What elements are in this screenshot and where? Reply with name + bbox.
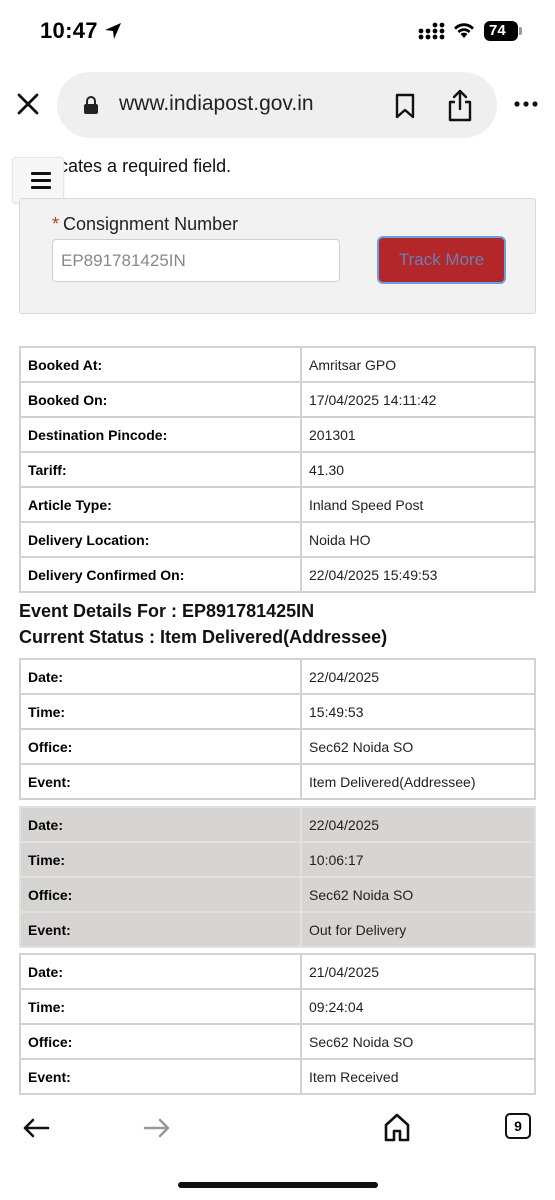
bookmark-icon[interactable] <box>394 93 416 119</box>
table-row: Event: Item Received <box>19 1058 536 1095</box>
cellular-signal-icon <box>418 22 445 40</box>
event-date: 21/04/2025 <box>300 953 536 990</box>
event-time: 10:06:17 <box>300 841 536 878</box>
table-row: Event: Out for Delivery <box>19 911 536 948</box>
current-status: Current Status : Item Delivered(Addresse… <box>19 627 388 647</box>
battery-indicator: 74 <box>484 21 518 41</box>
menu-icon[interactable] <box>12 157 64 203</box>
row-label: Office: <box>19 1023 302 1060</box>
required-star: * <box>52 214 60 234</box>
more-options-icon[interactable] <box>513 100 539 108</box>
row-label: Booked On: <box>19 381 302 418</box>
row-label: Time: <box>19 988 302 1025</box>
status-time: 10:47 <box>40 18 98 43</box>
event-date: 22/04/2025 <box>300 806 536 843</box>
event-description: Item Delivered(Addressee) <box>300 763 536 800</box>
consignment-number-input[interactable]: EP891781425IN <box>52 239 340 282</box>
event-date: 22/04/2025 <box>300 658 536 695</box>
track-more-button[interactable]: Track More <box>377 236 506 284</box>
table-row: Booked At: Amritsar GPO <box>19 346 536 383</box>
row-value: Amritsar GPO <box>300 346 536 383</box>
row-label: Delivery Location: <box>19 521 302 558</box>
row-value: 17/04/2025 14:11:42 <box>300 381 536 418</box>
event-time: 09:24:04 <box>300 988 536 1025</box>
row-label: Event: <box>19 911 302 948</box>
url-text[interactable]: www.indiapost.gov.in <box>119 92 314 116</box>
row-label: Booked At: <box>19 346 302 383</box>
event-table: Date: 22/04/2025 Time: 10:06:17 Office: Sec… <box>19 806 536 948</box>
event-time: 15:49:53 <box>300 693 536 730</box>
row-label: Delivery Confirmed On: <box>19 556 302 593</box>
lock-icon <box>84 96 98 114</box>
row-value: 201301 <box>300 416 536 453</box>
table-row: Event: Item Delivered(Addressee) <box>19 763 536 800</box>
row-value: 41.30 <box>300 451 536 488</box>
browser-toolbar: 9 <box>0 1098 555 1200</box>
table-row: Office: Sec62 Noida SO <box>19 728 536 765</box>
table-row: Time: 10:06:17 <box>19 841 536 878</box>
table-row: Delivery Confirmed On: 22/04/2025 15:49:5… <box>19 556 536 593</box>
home-icon[interactable] <box>383 1112 411 1142</box>
booking-details-table: Booked At: Amritsar GPO Booked On: 17/04/2… <box>19 346 536 593</box>
row-label: Office: <box>19 728 302 765</box>
back-arrow-icon[interactable] <box>22 1118 50 1138</box>
table-row: Date: 21/04/2025 <box>19 953 536 990</box>
close-icon[interactable] <box>14 90 42 118</box>
home-indicator <box>178 1182 378 1188</box>
row-value: 22/04/2025 15:49:53 <box>300 556 536 593</box>
table-row: Booked On: 17/04/2025 14:11:42 <box>19 381 536 418</box>
location-arrow-icon <box>105 23 121 39</box>
status-bar: 10:47 74 <box>0 0 555 62</box>
address-bar[interactable]: www.indiapost.gov.in <box>57 72 497 138</box>
table-row: Article Type: Inland Speed Post <box>19 486 536 523</box>
consignment-label: * Consignment Number <box>52 214 238 235</box>
row-label: Time: <box>19 841 302 878</box>
event-office: Sec62 Noida SO <box>300 1023 536 1060</box>
table-row: Destination Pincode: 201301 <box>19 416 536 453</box>
table-row: Date: 22/04/2025 <box>19 658 536 695</box>
tab-switcher-icon[interactable]: 9 <box>505 1113 531 1139</box>
table-row: Date: 22/04/2025 <box>19 806 536 843</box>
event-table: Date: 21/04/2025 Time: 09:24:04 Office: Sec… <box>19 953 536 1095</box>
row-value: Noida HO <box>300 521 536 558</box>
battery-tip <box>519 27 522 35</box>
event-office: Sec62 Noida SO <box>300 728 536 765</box>
row-label: Tariff: <box>19 451 302 488</box>
table-row: Office: Sec62 Noida SO <box>19 1023 536 1060</box>
row-label: Event: <box>19 763 302 800</box>
row-label: Date: <box>19 953 302 990</box>
row-label: Office: <box>19 876 302 913</box>
row-label: Article Type: <box>19 486 302 523</box>
table-row: Delivery Location: Noida HO <box>19 521 536 558</box>
event-description: Out for Delivery <box>300 911 536 948</box>
event-details-title: Event Details For : EP891781425IN <box>19 601 315 621</box>
row-label: Date: <box>19 806 302 843</box>
event-table: Date: 22/04/2025 Time: 15:49:53 Office: Sec… <box>19 658 536 800</box>
event-description: Item Received <box>300 1058 536 1095</box>
row-label: Destination Pincode: <box>19 416 302 453</box>
forward-arrow-icon[interactable] <box>143 1118 171 1138</box>
row-label: Time: <box>19 693 302 730</box>
table-row: Time: 09:24:04 <box>19 988 536 1025</box>
tracking-form: * Consignment Number EP891781425IN Track … <box>19 198 536 314</box>
wifi-icon <box>454 23 474 38</box>
row-label: Event: <box>19 1058 302 1095</box>
consignment-label-text: Consignment Number <box>63 214 239 234</box>
table-row: Time: 15:49:53 <box>19 693 536 730</box>
table-row: Tariff: 41.30 <box>19 451 536 488</box>
table-row: Office: Sec62 Noida SO <box>19 876 536 913</box>
event-office: Sec62 Noida SO <box>300 876 536 913</box>
row-label: Date: <box>19 658 302 695</box>
share-icon[interactable] <box>446 88 474 122</box>
row-value: Inland Speed Post <box>300 486 536 523</box>
